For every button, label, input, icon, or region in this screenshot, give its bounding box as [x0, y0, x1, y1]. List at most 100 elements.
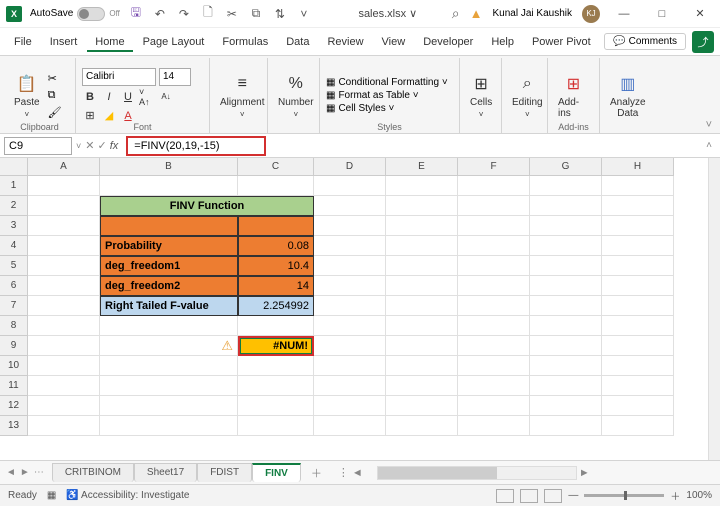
- cell-H1[interactable]: [602, 176, 674, 196]
- row-header-8[interactable]: 8: [0, 316, 28, 336]
- cell-D12[interactable]: [314, 396, 386, 416]
- cell-C4[interactable]: 0.08: [238, 236, 314, 256]
- row-header-7[interactable]: 7: [0, 296, 28, 316]
- cell-E4[interactable]: [386, 236, 458, 256]
- row-header-4[interactable]: 4: [0, 236, 28, 256]
- cell-B9[interactable]: ⚠: [100, 336, 238, 356]
- cell-B5[interactable]: deg_freedom1: [100, 256, 238, 276]
- cell-H4[interactable]: [602, 236, 674, 256]
- cell-B10[interactable]: [100, 356, 238, 376]
- cell-H5[interactable]: [602, 256, 674, 276]
- number-button[interactable]: % Number ˅: [274, 71, 318, 121]
- cell-F4[interactable]: [458, 236, 530, 256]
- cell-E3[interactable]: [386, 216, 458, 236]
- col-header-E[interactable]: E: [386, 158, 458, 176]
- cell-A12[interactable]: [28, 396, 100, 416]
- menu-review[interactable]: Review: [319, 32, 371, 52]
- cell-H10[interactable]: [602, 356, 674, 376]
- row-header-13[interactable]: 13: [0, 416, 28, 436]
- menu-view[interactable]: View: [374, 32, 414, 52]
- filename[interactable]: sales.xlsx ∨: [324, 7, 452, 20]
- cell-C13[interactable]: [238, 416, 314, 436]
- conditional-formatting-button[interactable]: ▦Conditional Formatting ˅: [326, 77, 448, 88]
- cell-A7[interactable]: [28, 296, 100, 316]
- search-icon[interactable]: ⌕: [452, 5, 460, 22]
- cell-G3[interactable]: [530, 216, 602, 236]
- maximize-button[interactable]: □: [648, 4, 676, 24]
- accessibility-status[interactable]: ♿ Accessibility: Investigate: [66, 490, 189, 501]
- cell-A8[interactable]: [28, 316, 100, 336]
- cell-F12[interactable]: [458, 396, 530, 416]
- sheet-tab-fdist[interactable]: FDIST: [197, 463, 252, 482]
- cell-E8[interactable]: [386, 316, 458, 336]
- zoom-in-button[interactable]: ＋: [670, 488, 680, 503]
- decrease-font-button[interactable]: A↓: [158, 89, 174, 105]
- save-icon[interactable]: 🖫: [128, 6, 144, 22]
- cell-A11[interactable]: [28, 376, 100, 396]
- autosave-toggle[interactable]: AutoSave Off: [30, 7, 120, 21]
- cell-B1[interactable]: [100, 176, 238, 196]
- redo-icon[interactable]: ↷: [176, 6, 192, 22]
- cell-B12[interactable]: [100, 396, 238, 416]
- cell-C9[interactable]: #NUM!: [238, 336, 314, 356]
- menu-formulas[interactable]: Formulas: [214, 32, 276, 52]
- menu-help[interactable]: Help: [483, 32, 522, 52]
- col-header-B[interactable]: B: [100, 158, 238, 176]
- macro-icon[interactable]: ▦: [47, 490, 56, 501]
- sheet-tab-critbinom[interactable]: CRITBINOM: [52, 463, 134, 482]
- row-header-5[interactable]: 5: [0, 256, 28, 276]
- cell-G10[interactable]: [530, 356, 602, 376]
- cell-H11[interactable]: [602, 376, 674, 396]
- name-box[interactable]: C9: [4, 137, 72, 155]
- minimize-button[interactable]: ―: [610, 4, 638, 24]
- normal-view-button[interactable]: [496, 489, 514, 503]
- cell-B2[interactable]: FINV Function: [100, 196, 314, 216]
- error-indicator-icon[interactable]: ⚠: [221, 338, 233, 354]
- copy-icon[interactable]: ⧉: [48, 89, 62, 102]
- cell-H13[interactable]: [602, 416, 674, 436]
- increase-font-button[interactable]: ˅ A↑: [139, 89, 155, 105]
- cell-B4[interactable]: Probability: [100, 236, 238, 256]
- italic-button[interactable]: I: [101, 89, 117, 105]
- vertical-scrollbar[interactable]: [708, 158, 720, 460]
- formula-input[interactable]: =FINV(20,19,-15): [126, 136, 266, 156]
- cell-A9[interactable]: [28, 336, 100, 356]
- cell-C8[interactable]: [238, 316, 314, 336]
- copy-icon[interactable]: ⧉: [248, 6, 264, 22]
- paste-button[interactable]: 📋 Paste ˅: [10, 71, 44, 121]
- cell-G9[interactable]: [530, 336, 602, 356]
- cell-E6[interactable]: [386, 276, 458, 296]
- qat-dropdown-icon[interactable]: ˅: [296, 6, 312, 22]
- ribbon-collapse-icon[interactable]: ˅: [702, 117, 716, 133]
- cell-B8[interactable]: [100, 316, 238, 336]
- cell-B7[interactable]: Right Tailed F-value: [100, 296, 238, 316]
- zoom-slider[interactable]: [584, 494, 664, 497]
- menu-data[interactable]: Data: [278, 32, 317, 52]
- row-header-3[interactable]: 3: [0, 216, 28, 236]
- cell-B3[interactable]: [100, 216, 238, 236]
- cell-C6[interactable]: 14: [238, 276, 314, 296]
- cell-F10[interactable]: [458, 356, 530, 376]
- cell-C5[interactable]: 10.4: [238, 256, 314, 276]
- col-header-G[interactable]: G: [530, 158, 602, 176]
- cell-E1[interactable]: [386, 176, 458, 196]
- cell-G13[interactable]: [530, 416, 602, 436]
- cell-F2[interactable]: [458, 196, 530, 216]
- comments-button[interactable]: 💬 Comments: [604, 33, 686, 50]
- cell-E10[interactable]: [386, 356, 458, 376]
- cell-A5[interactable]: [28, 256, 100, 276]
- menu-power-pivot[interactable]: Power Pivot: [524, 32, 599, 52]
- menu-home[interactable]: Home: [87, 32, 132, 52]
- cell-C3[interactable]: [238, 216, 314, 236]
- page-layout-view-button[interactable]: [520, 489, 538, 503]
- spreadsheet-grid[interactable]: ABCDEFGH 12345678910111213 FINV Function…: [0, 158, 720, 460]
- cell-F3[interactable]: [458, 216, 530, 236]
- cell-F7[interactable]: [458, 296, 530, 316]
- undo-icon[interactable]: ↶: [152, 6, 168, 22]
- bold-button[interactable]: B: [82, 89, 98, 105]
- cell-D9[interactable]: [314, 336, 386, 356]
- cell-G11[interactable]: [530, 376, 602, 396]
- horizontal-scrollbar[interactable]: [377, 466, 577, 480]
- cell-H12[interactable]: [602, 396, 674, 416]
- cell-E11[interactable]: [386, 376, 458, 396]
